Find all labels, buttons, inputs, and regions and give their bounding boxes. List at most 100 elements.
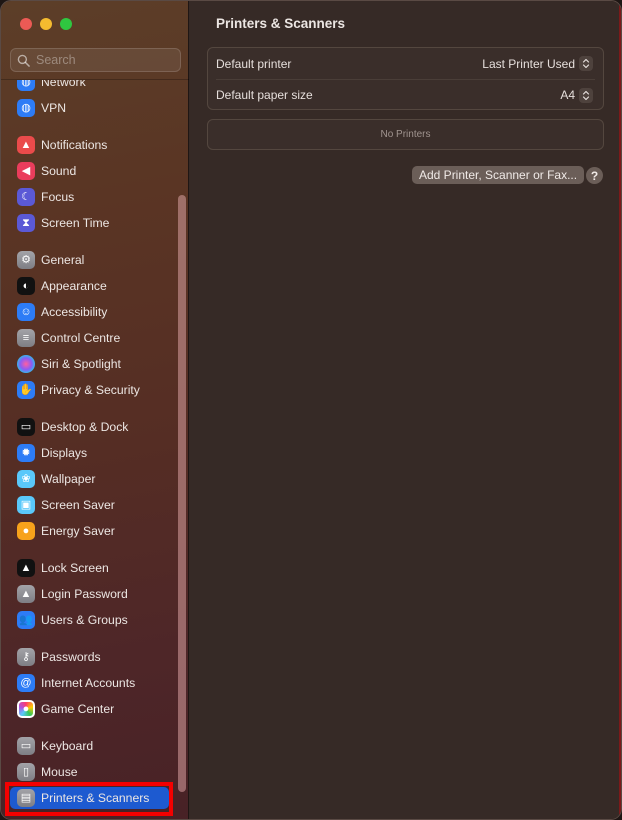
window-controls xyxy=(20,18,72,30)
sound-icon: ◀ xyxy=(17,162,35,180)
sidebar-item-internet-accounts[interactable]: @ Internet Accounts xyxy=(1,670,189,696)
sidebar-item-label: Printers & Scanners xyxy=(41,791,150,805)
sidebar-item-accessibility[interactable]: ☺ Accessibility xyxy=(1,299,189,325)
sidebar-item-label: Focus xyxy=(41,190,75,204)
add-printer-button[interactable]: Add Printer, Scanner or Fax... xyxy=(412,166,585,184)
sidebar-item-label: Energy Saver xyxy=(41,524,115,538)
sidebar-item-printers-and-scanners[interactable]: ▤ Printers & Scanners xyxy=(1,785,189,811)
displays-icon: ✹ xyxy=(17,444,35,462)
vpn-icon: ◍ xyxy=(17,99,35,117)
search-icon xyxy=(17,54,30,67)
users-icon: 👥 xyxy=(17,611,35,629)
sidebar-item-label: Sound xyxy=(41,164,77,178)
sidebar-item-label: Wallpaper xyxy=(41,472,96,486)
sidebar-item-label: Screen Time xyxy=(41,216,110,230)
default-paper-size-row: Default paper size A4 xyxy=(216,79,595,110)
main-pane: Printers & Scanners Default printer Last… xyxy=(190,1,621,819)
sidebar-item-appearance[interactable]: ◐ Appearance xyxy=(1,273,189,299)
default-printer-row: Default printer Last Printer Used xyxy=(208,48,603,79)
sidebar-item-focus[interactable]: ☾ Focus xyxy=(1,184,189,210)
search-field[interactable] xyxy=(10,48,181,72)
no-printers-text: No Printers xyxy=(380,129,431,140)
accessibility-icon: ☺ xyxy=(17,303,35,321)
default-printer-value: Last Printer Used xyxy=(482,56,575,71)
help-button[interactable]: ? xyxy=(586,167,603,184)
sidebar-item-notifications[interactable]: ▲ Notifications xyxy=(1,132,189,158)
sidebar-item-label: Desktop & Dock xyxy=(41,420,129,434)
minimize-window-button[interactable] xyxy=(40,18,52,30)
sidebar-item-displays[interactable]: ✹ Displays xyxy=(1,440,189,466)
sidebar-item-label: Users & Groups xyxy=(41,613,128,627)
siri-icon xyxy=(17,355,35,373)
network-icon: ◍ xyxy=(17,80,35,91)
sidebar-item-label: Privacy & Security xyxy=(41,383,140,397)
keyboard-icon: ▭ xyxy=(17,737,35,755)
default-paper-size-value: A4 xyxy=(560,88,575,102)
sidebar-item-passwords[interactable]: ⚷ Passwords xyxy=(1,644,189,670)
lightbulb-icon: ● xyxy=(17,522,35,540)
sidebar-item-label: Displays xyxy=(41,446,88,460)
sidebar-item-wallpaper[interactable]: ❀ Wallpaper xyxy=(1,466,189,492)
sidebar-item-label: Control Centre xyxy=(41,331,121,345)
sidebar-item-siri-and-spotlight[interactable]: Siri & Spotlight xyxy=(1,351,189,377)
sidebar-list: ◍ Network ◍ VPN ▲ Notifications ◀ Sound ☾ Focus ⧗ S… xyxy=(1,80,189,819)
mouse-icon: ▯ xyxy=(17,763,35,781)
sidebar-item-vpn[interactable]: ◍ VPN xyxy=(1,95,189,121)
sidebar-item-label: Mouse xyxy=(41,765,78,779)
sidebar-item-label: Accessibility xyxy=(41,305,108,319)
window-edge xyxy=(619,1,621,819)
printer-icon: ▤ xyxy=(17,789,35,807)
sidebar-item-keyboard[interactable]: ▭ Keyboard xyxy=(1,733,189,759)
search-input[interactable] xyxy=(36,53,176,67)
sidebar-item-label: Siri & Spotlight xyxy=(41,357,121,371)
sidebar-item-sound[interactable]: ◀ Sound xyxy=(1,158,189,184)
sidebar-item-lock-screen[interactable]: ▲ Lock Screen xyxy=(1,555,189,581)
sidebar-item-privacy-and-security[interactable]: ✋ Privacy & Security xyxy=(1,377,189,403)
sidebar-item-desktop-and-dock[interactable]: ▭ Desktop & Dock xyxy=(1,414,189,440)
screen-time-icon: ⧗ xyxy=(17,214,35,232)
at-icon: @ xyxy=(17,674,35,692)
zoom-window-button[interactable] xyxy=(60,18,72,30)
close-window-button[interactable] xyxy=(20,18,32,30)
sidebar-item-network[interactable]: ◍ Network xyxy=(1,80,189,95)
sidebar-item-screen-time[interactable]: ⧗ Screen Time xyxy=(1,210,189,236)
appearance-icon: ◐ xyxy=(17,277,35,295)
sidebar-item-label: VPN xyxy=(41,101,67,115)
chevron-up-down-icon xyxy=(579,87,593,103)
sidebar-item-game-center[interactable]: ● Game Center xyxy=(1,696,189,722)
default-printer-label: Default printer xyxy=(216,56,292,71)
system-settings-window: ◍ Network ◍ VPN ▲ Notifications ◀ Sound ☾ Focus ⧗ S… xyxy=(0,0,622,820)
sidebar-item-label: Lock Screen xyxy=(41,561,109,575)
sidebar-item-label: Game Center xyxy=(41,702,115,716)
sidebar-item-energy-saver[interactable]: ● Energy Saver xyxy=(1,518,189,544)
game-center-icon: ● xyxy=(17,700,35,718)
dock-icon: ▭ xyxy=(17,418,35,436)
sidebar-item-screen-saver[interactable]: ▣ Screen Saver xyxy=(1,492,189,518)
sidebar-item-login-password[interactable]: ▲ Login Password xyxy=(1,581,189,607)
sidebar-item-users-and-groups[interactable]: 👥 Users & Groups xyxy=(1,607,189,633)
lock-screen-icon: ▲ xyxy=(17,559,35,577)
focus-icon: ☾ xyxy=(17,188,35,206)
key-icon: ⚷ xyxy=(17,648,35,666)
sidebar-item-label: Passwords xyxy=(41,650,101,664)
default-paper-size-select[interactable]: A4 xyxy=(560,87,593,103)
sidebar-item-control-centre[interactable]: ≡ Control Centre xyxy=(1,325,189,351)
chevron-up-down-icon xyxy=(579,56,593,71)
sidebar-item-general[interactable]: ⚙ General xyxy=(1,247,189,273)
sidebar: ◍ Network ◍ VPN ▲ Notifications ◀ Sound ☾ Focus ⧗ S… xyxy=(1,1,189,819)
sidebar-item-mouse[interactable]: ▯ Mouse xyxy=(1,759,189,785)
sidebar-scrollbar[interactable] xyxy=(178,195,186,792)
gear-icon: ⚙ xyxy=(17,251,35,269)
wallpaper-icon: ❀ xyxy=(17,470,35,488)
default-settings-group: Default printer Last Printer Used Defaul… xyxy=(207,47,604,110)
screen-saver-icon: ▣ xyxy=(17,496,35,514)
default-printer-select[interactable]: Last Printer Used xyxy=(482,56,593,71)
sidebar-item-label: General xyxy=(41,253,85,267)
page-title: Printers & Scanners xyxy=(216,16,346,31)
